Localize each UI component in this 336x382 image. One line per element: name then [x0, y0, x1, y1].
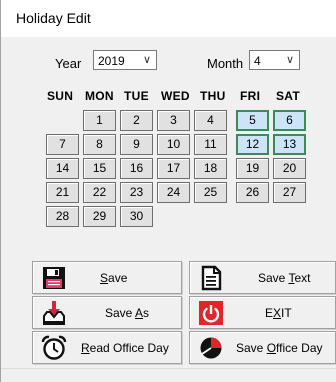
day-cell[interactable]: 29 [83, 206, 116, 227]
year-label: Year [55, 56, 82, 71]
month-select[interactable]: 4 ∨ [249, 50, 300, 70]
day-cell[interactable]: 24 [157, 182, 190, 203]
day-cell[interactable]: 25 [194, 182, 227, 203]
clock-icon [200, 337, 222, 359]
save-text-label: Save Text [258, 271, 311, 285]
day-cell[interactable]: 30 [120, 206, 153, 227]
weekday-header: WED [161, 89, 190, 103]
day-cell-weekend[interactable]: 12 [236, 134, 269, 155]
read-office-day-button[interactable]: Read Office Day [32, 331, 182, 364]
weekday-header: TUE [124, 89, 149, 103]
day-cell[interactable]: 11 [194, 134, 227, 155]
window-bottom-edge [1, 368, 336, 369]
weekday-header: MON [85, 89, 114, 103]
day-cell[interactable]: 27 [273, 182, 306, 203]
day-cell[interactable]: 10 [157, 134, 190, 155]
day-cell[interactable]: 22 [83, 182, 116, 203]
day-cell[interactable]: 9 [120, 134, 153, 155]
save-text-button[interactable]: Save Text [189, 261, 336, 294]
weekday-header: FRI [240, 89, 261, 103]
day-cell[interactable]: 3 [157, 110, 190, 131]
day-cell[interactable]: 21 [46, 182, 79, 203]
day-cell[interactable]: 7 [46, 134, 79, 155]
exit-button[interactable]: EXIT [189, 296, 336, 329]
weekday-header: SAT [276, 89, 301, 103]
day-cell[interactable]: 1 [83, 110, 116, 131]
day-cell[interactable]: 14 [46, 158, 79, 179]
day-cell[interactable]: 16 [120, 158, 153, 179]
floppy-disk-icon [43, 267, 65, 289]
save-office-day-label: Save Office Day [236, 341, 323, 355]
day-cell-weekend[interactable]: 5 [236, 110, 269, 131]
day-cell[interactable]: 15 [83, 158, 116, 179]
day-cell[interactable]: 19 [236, 158, 269, 179]
document-icon [201, 265, 222, 291]
day-cell[interactable]: 8 [83, 134, 116, 155]
power-icon [199, 301, 223, 325]
tray-down-arrow-icon [43, 301, 65, 325]
alarm-clock-icon [41, 335, 67, 360]
day-cell[interactable]: 23 [120, 182, 153, 203]
day-cell[interactable]: 2 [120, 110, 153, 131]
exit-label: EXIT [265, 306, 292, 320]
weekday-header: THU [200, 89, 226, 103]
save-as-button[interactable]: Save As [32, 296, 182, 329]
save-button[interactable]: Save [32, 261, 182, 294]
save-label: Save [100, 271, 128, 285]
month-label: Month [207, 56, 244, 71]
day-cell[interactable]: 20 [273, 158, 306, 179]
save-office-day-button[interactable]: Save Office Day [189, 331, 336, 364]
day-cell[interactable]: 26 [236, 182, 269, 203]
year-select[interactable]: 2019 ∨ [93, 50, 157, 70]
read-office-day-label: Read Office Day [81, 341, 169, 355]
window-edge [0, 0, 1, 382]
weekday-header: SUN [47, 89, 74, 103]
window-title: Holiday Edit [16, 10, 91, 26]
day-cell-weekend[interactable]: 13 [273, 134, 306, 155]
month-value: 4 [254, 54, 261, 68]
year-value: 2019 [98, 54, 125, 68]
day-cell[interactable]: 17 [157, 158, 190, 179]
day-cell[interactable]: 4 [194, 110, 227, 131]
title-bar: Holiday Edit [1, 0, 336, 37]
chevron-down-icon: ∨ [142, 54, 151, 66]
day-cell[interactable]: 18 [194, 158, 227, 179]
chevron-down-icon: ∨ [285, 54, 294, 66]
day-cell[interactable]: 28 [46, 206, 79, 227]
day-cell-weekend[interactable]: 6 [273, 110, 306, 131]
save-as-label: Save As [105, 306, 150, 320]
